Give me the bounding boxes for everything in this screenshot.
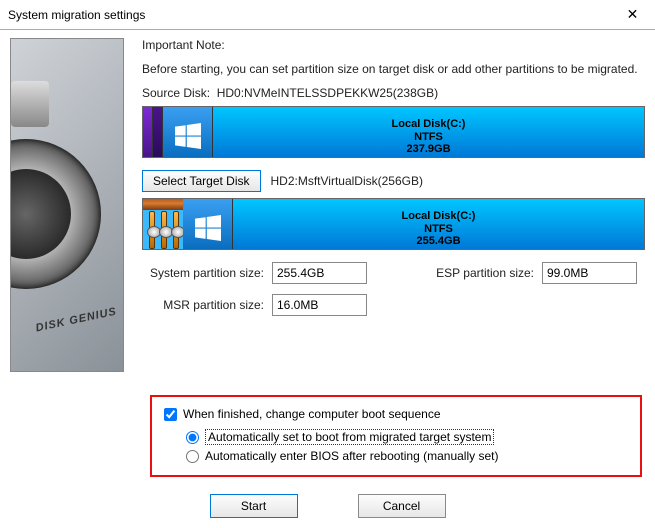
source-msr-segment	[153, 107, 163, 157]
start-button[interactable]: Start	[210, 494, 298, 518]
source-main-partition: Local Disk(C:) NTFS 237.9GB	[213, 107, 644, 157]
boot-auto-label: Automatically set to boot from migrated …	[205, 429, 494, 445]
target-main-partition: Local Disk(C:) NTFS 255.4GB	[233, 199, 644, 249]
important-note-body: Before starting, you can set partition s…	[142, 62, 645, 76]
resize-handle-icon[interactable]	[173, 211, 179, 249]
target-disk-value: HD2:MsftVirtualDisk(256GB)	[271, 174, 423, 188]
resize-handle-icon[interactable]	[149, 211, 155, 249]
system-size-label: System partition size:	[142, 266, 272, 280]
source-esp-segment	[143, 107, 153, 157]
target-disk-bar: Local Disk(C:) NTFS 255.4GB	[142, 198, 645, 250]
boot-bios-radio[interactable]	[186, 450, 199, 463]
cancel-button[interactable]: Cancel	[358, 494, 446, 518]
change-boot-label: When finished, change computer boot sequ…	[183, 407, 441, 421]
resize-handle-icon[interactable]	[161, 211, 167, 249]
close-icon[interactable]: ✕	[610, 6, 655, 23]
boot-bios-label: Automatically enter BIOS after rebooting…	[205, 449, 498, 463]
source-disk-line: Source Disk: HD0:NVMeINTELSSDPEKKW25(238…	[142, 86, 645, 100]
boot-auto-radio[interactable]	[186, 431, 199, 444]
source-disk-bar: Local Disk(C:) NTFS 237.9GB	[142, 106, 645, 158]
target-windows-icon	[183, 199, 233, 249]
sidebar-image: DISK GENIUS	[10, 38, 124, 372]
important-note-title: Important Note:	[142, 38, 645, 52]
esp-size-label: ESP partition size:	[432, 266, 542, 280]
boot-options-box: When finished, change computer boot sequ…	[150, 395, 642, 477]
esp-size-input[interactable]	[542, 262, 637, 284]
system-size-input[interactable]	[272, 262, 367, 284]
title-bar: System migration settings ✕	[0, 0, 655, 30]
brand-label: DISK GENIUS	[35, 306, 118, 335]
select-target-disk-button[interactable]: Select Target Disk	[142, 170, 261, 192]
window-title: System migration settings	[8, 8, 145, 22]
msr-size-label: MSR partition size:	[142, 298, 272, 312]
source-windows-icon	[163, 107, 213, 157]
change-boot-checkbox[interactable]	[164, 408, 177, 421]
msr-size-input[interactable]	[272, 294, 367, 316]
